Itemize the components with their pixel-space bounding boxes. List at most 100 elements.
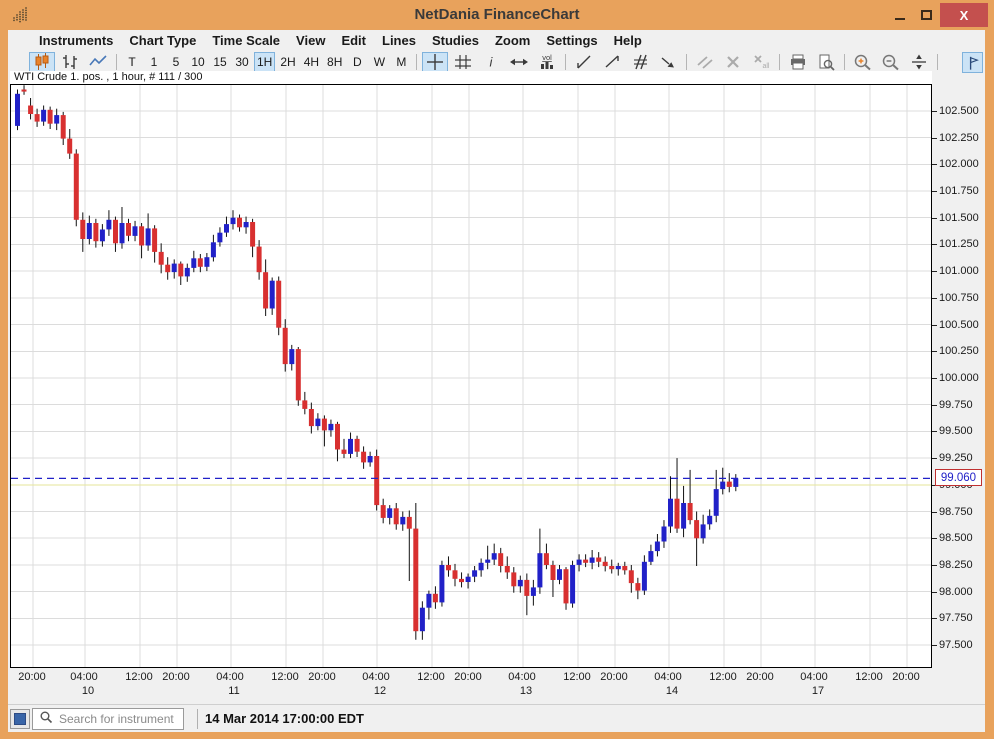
menu-item-chart-type[interactable]: Chart Type [124, 33, 201, 48]
price-axis-value: 100.250 [939, 345, 979, 357]
interval-2h-button[interactable]: 2H [277, 52, 298, 72]
time-axis-label: 20:00 [746, 671, 774, 683]
axis-tick-mark [932, 378, 937, 379]
interval-day-button[interactable]: D [347, 52, 367, 72]
interval-30m-button[interactable]: 30 [232, 52, 252, 72]
price-axis-label: 100.000 [932, 371, 979, 385]
delete-all-lines-button[interactable]: all [748, 52, 774, 72]
bar-chart-button[interactable] [57, 52, 83, 72]
interval-8h-button[interactable]: 8H [324, 52, 345, 72]
menu-item-instruments[interactable]: Instruments [34, 33, 118, 48]
price-axis-label: 100.750 [932, 291, 979, 305]
interval-1m-button[interactable]: 1 [144, 52, 164, 72]
zoom-in-button[interactable] [850, 52, 876, 72]
maximize-button[interactable] [913, 3, 940, 27]
fit-vertical-button[interactable] [906, 52, 932, 72]
toolbar-separator [416, 54, 417, 70]
menu-item-help[interactable]: Help [609, 33, 647, 48]
trendline-tool2-button[interactable] [599, 52, 625, 72]
axis-tick-mark [932, 191, 937, 192]
time-axis-label: 20:00 [18, 671, 46, 683]
volume-toggle-button[interactable]: vol [534, 52, 560, 72]
menu-item-settings[interactable]: Settings [541, 33, 602, 48]
date-axis-label: 13 [520, 685, 532, 697]
line-chart-button[interactable] [85, 52, 111, 72]
grid-toggle-button[interactable] [450, 52, 476, 72]
price-axis-value: 101.250 [939, 238, 979, 250]
menu-item-view[interactable]: View [291, 33, 330, 48]
chart-area[interactable]: WTI Crude 1. pos. , 1 hour, # 111 / 300 [10, 71, 932, 668]
axis-tick-mark [932, 538, 937, 539]
minimize-button[interactable] [886, 3, 913, 27]
interval-5m-button[interactable]: 5 [166, 52, 186, 72]
current-price-tag: 99.060 [935, 469, 982, 486]
time-axis-label: 12:00 [563, 671, 591, 683]
toolbar-separator [565, 54, 566, 70]
toolbar-separator [686, 54, 687, 70]
axis-tick-mark [932, 458, 937, 459]
crosshair-tool-button[interactable] [422, 52, 448, 72]
price-axis-value: 98.000 [939, 586, 973, 598]
interval-week-button[interactable]: W [369, 52, 389, 72]
axis-tick-mark [932, 565, 937, 566]
price-axis-label: 100.250 [932, 344, 979, 358]
price-axis-label: 99.500 [932, 424, 973, 438]
info-tool-button[interactable]: i [478, 52, 504, 72]
pin-window-button[interactable] [962, 52, 983, 73]
trendline-tool-button[interactable] [571, 52, 597, 72]
price-axis-value: 97.750 [939, 612, 973, 624]
menubar: Instruments Chart Type Time Scale View Edit L… [8, 30, 985, 50]
price-axis-label: 101.750 [932, 184, 979, 198]
price-axis-label: 101.500 [932, 211, 979, 225]
menu-item-lines[interactable]: Lines [377, 33, 421, 48]
time-axis[interactable]: 20:0004:001012:0020:0004:001112:0020:000… [10, 669, 932, 702]
zoom-out-button[interactable] [878, 52, 904, 72]
parallel-lines-button[interactable] [692, 52, 718, 72]
price-axis-label: 98.000 [932, 585, 973, 599]
instrument-list-button[interactable] [10, 709, 30, 729]
print-preview-button[interactable] [813, 52, 839, 72]
axis-tick-mark [932, 271, 937, 272]
candlestick-chart-button[interactable] [29, 52, 55, 72]
statusbar-divider [197, 709, 198, 729]
axis-tick-mark [932, 512, 937, 513]
gridlines [11, 85, 931, 667]
time-axis-label: 04:00 [70, 671, 98, 683]
close-button[interactable]: X [940, 3, 988, 27]
chart-plot[interactable] [10, 84, 932, 668]
menu-item-zoom[interactable]: Zoom [490, 33, 535, 48]
menu-item-studies[interactable]: Studies [427, 33, 484, 48]
horizontal-scroll-button[interactable] [506, 52, 532, 72]
axis-tick-mark [932, 244, 937, 245]
delete-line-button[interactable] [720, 52, 746, 72]
menu-item-time-scale[interactable]: Time Scale [207, 33, 285, 48]
arrow-tool-button[interactable] [655, 52, 681, 72]
price-axis-label: 99.750 [932, 398, 973, 412]
minimize-icon [895, 18, 905, 20]
price-axis-value: 100.750 [939, 292, 979, 304]
time-axis-label: 20:00 [308, 671, 336, 683]
axis-tick-mark [932, 431, 937, 432]
price-axis-value: 102.000 [939, 158, 979, 170]
maximize-icon [921, 10, 932, 20]
search-input[interactable] [57, 711, 179, 727]
interval-10m-button[interactable]: 10 [188, 52, 208, 72]
price-axis-value: 97.500 [939, 639, 973, 651]
channel-tool-button[interactable] [627, 52, 653, 72]
interval-1h-button[interactable]: 1H [254, 52, 275, 72]
price-axis[interactable]: 99.060 102.500102.250102.000101.750101.5… [932, 84, 985, 668]
axis-tick-mark [932, 138, 937, 139]
interval-month-button[interactable]: M [391, 52, 411, 72]
price-axis-value: 102.500 [939, 105, 979, 117]
price-axis-label: 98.250 [932, 558, 973, 572]
interval-tick-button[interactable]: T [122, 52, 142, 72]
price-axis-label: 98.750 [932, 505, 973, 519]
print-button[interactable] [785, 52, 811, 72]
search-box[interactable] [32, 708, 184, 730]
interval-15m-button[interactable]: 15 [210, 52, 230, 72]
time-axis-label: 12:00 [709, 671, 737, 683]
axis-tick-mark [932, 325, 937, 326]
interval-4h-button[interactable]: 4H [301, 52, 322, 72]
menu-item-edit[interactable]: Edit [336, 33, 371, 48]
time-axis-label: 20:00 [454, 671, 482, 683]
